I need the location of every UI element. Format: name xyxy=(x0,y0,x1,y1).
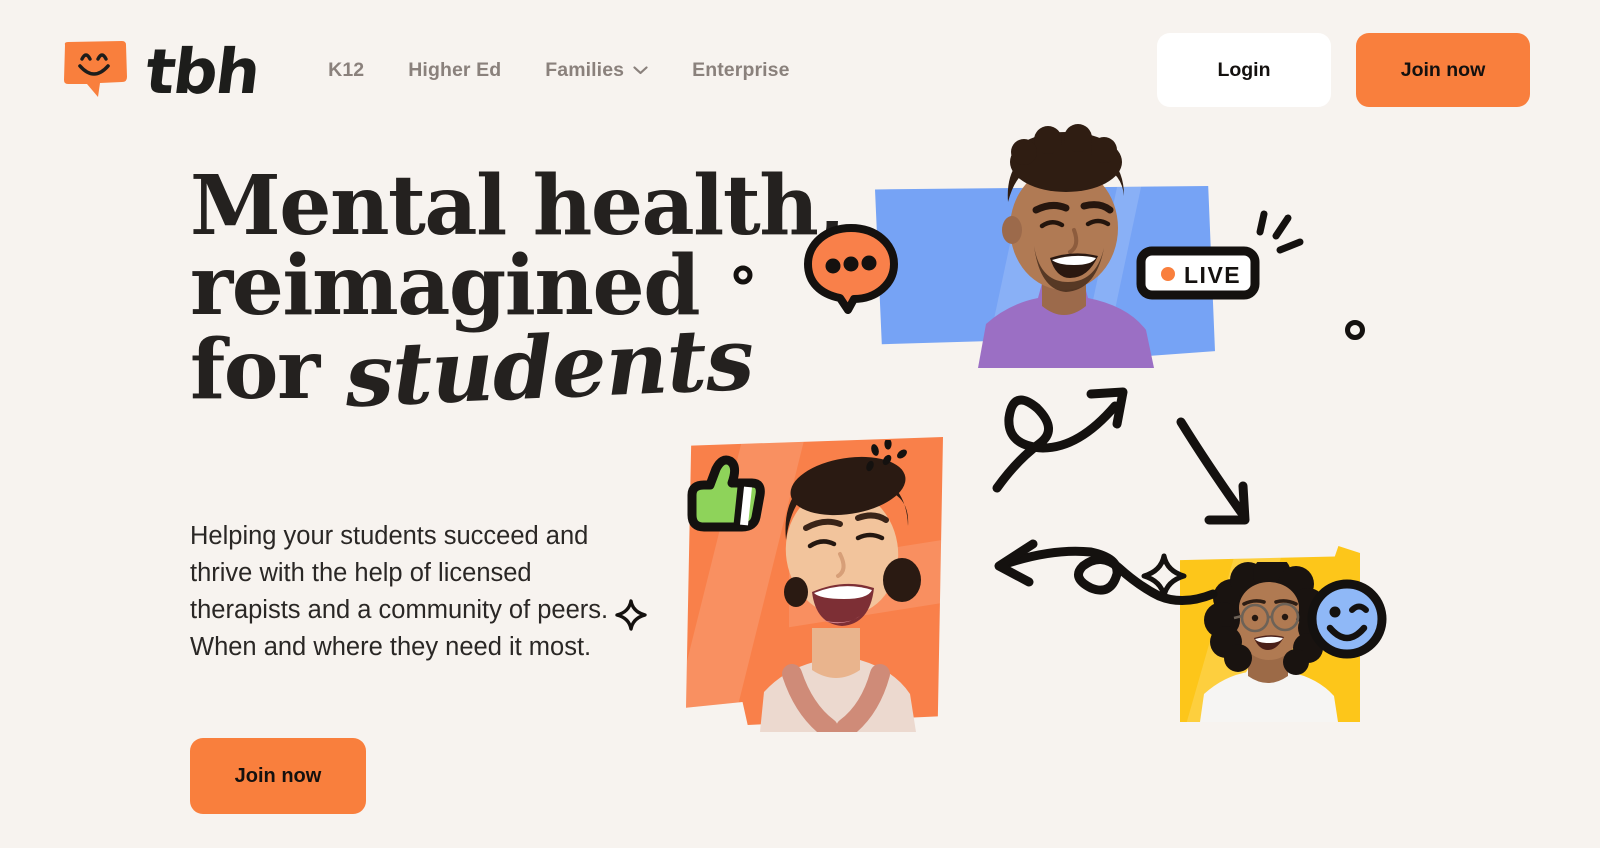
header-actions: Login Join now xyxy=(1157,33,1530,107)
smiling-speech-bubble-icon xyxy=(64,41,127,97)
live-badge-label: LIVE xyxy=(1184,262,1241,288)
sparkle-icon xyxy=(615,599,647,631)
chat-bubble-icon xyxy=(804,224,898,314)
ring-accent-icon xyxy=(733,265,753,285)
nav-item-label: Higher Ed xyxy=(408,58,502,81)
landing-page: tbh K12 Higher Ed Families Enterprise Lo… xyxy=(0,0,1600,848)
main-navigation: K12 Higher Ed Families Enterprise xyxy=(328,59,1157,82)
nav-item-label: K12 xyxy=(328,58,365,81)
page-title: Mental health, reimagined for students xyxy=(190,158,846,428)
chevron-down-icon xyxy=(633,65,648,74)
looping-arrow-left xyxy=(1000,546,1218,605)
thumbs-up-icon xyxy=(687,455,765,532)
hero-section: Mental health, reimagined for students He… xyxy=(190,158,846,814)
curved-arrow-down xyxy=(1176,417,1246,517)
headline-line-1: Mental health, xyxy=(190,158,846,254)
nav-item-k12[interactable]: K12 xyxy=(328,59,364,82)
join-now-button-hero[interactable]: Join now xyxy=(190,738,366,814)
brand-name: tbh xyxy=(141,35,263,108)
dot-accents-icon xyxy=(866,440,907,472)
brand-logo[interactable]: tbh xyxy=(60,35,263,108)
student-photo-blue-subject xyxy=(978,124,1154,368)
ring-accent-icon xyxy=(1345,320,1365,340)
nav-item-higher-ed[interactable]: Higher Ed xyxy=(408,59,501,82)
looping-arrow-up-right xyxy=(992,395,1120,493)
nav-item-label: Enterprise xyxy=(692,58,790,81)
nav-item-families[interactable]: Families xyxy=(545,59,648,82)
headline-line-3: for students xyxy=(190,308,755,428)
winking-smiley-icon xyxy=(1307,579,1387,659)
nav-item-label: Families xyxy=(545,58,625,81)
hero-paragraph: Helping your students succeed and thrive… xyxy=(190,522,609,661)
live-badge[interactable]: LIVE xyxy=(1136,246,1260,300)
join-now-button-header[interactable]: Join now xyxy=(1356,33,1530,107)
site-header: tbh K12 Higher Ed Families Enterprise Lo… xyxy=(0,0,1600,140)
hand-drawn-arrows xyxy=(992,387,1250,605)
burst-lines-icon xyxy=(1256,210,1304,254)
login-button[interactable]: Login xyxy=(1157,33,1331,107)
nav-item-enterprise[interactable]: Enterprise xyxy=(692,59,789,82)
headline-script-word: students xyxy=(342,308,755,428)
